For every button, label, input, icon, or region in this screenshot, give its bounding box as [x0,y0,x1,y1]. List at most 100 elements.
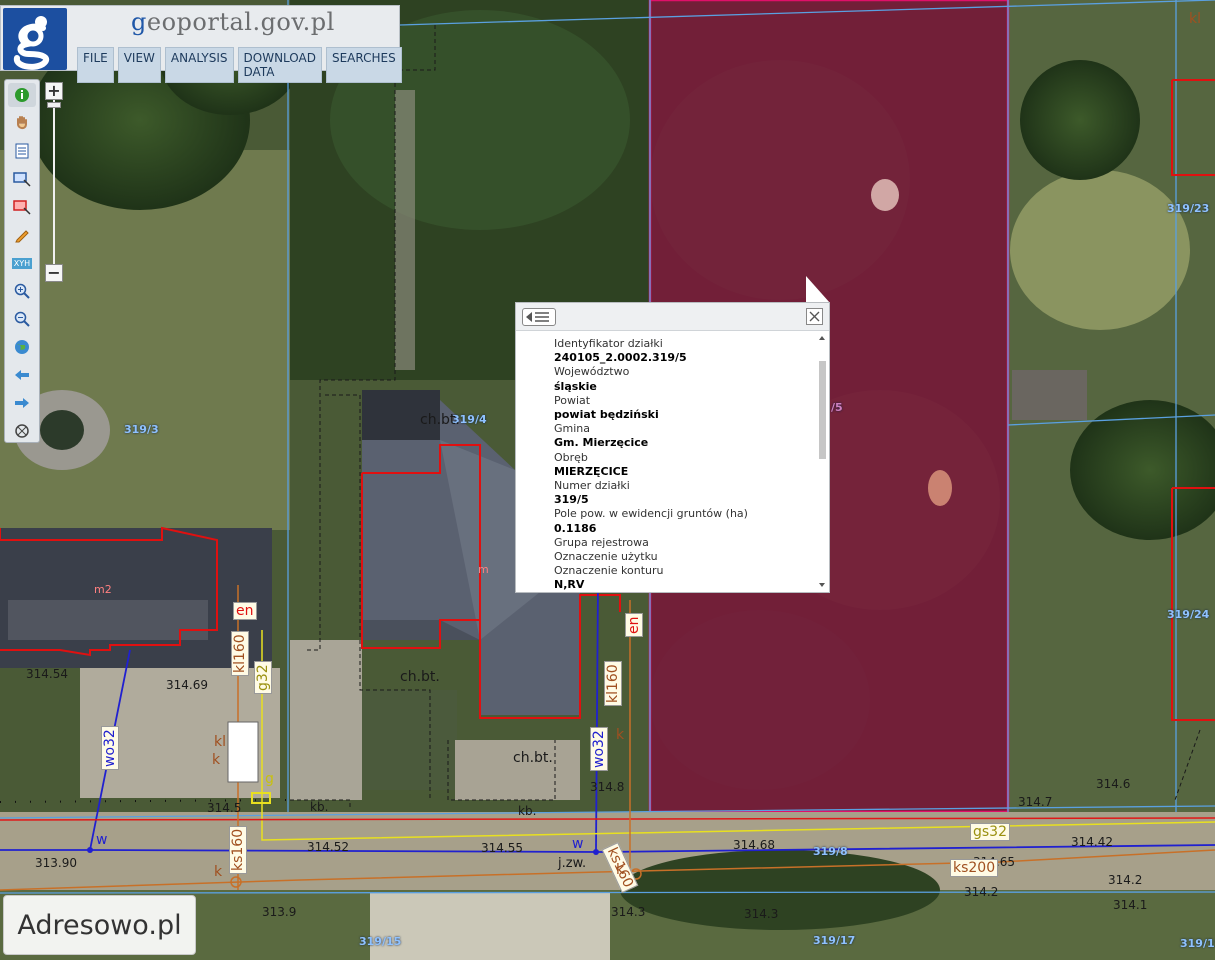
zoom-minus-button[interactable]: − [45,264,63,282]
elevation-label: 314.55 [481,841,523,855]
field-label: Pole pow. w ewidencji gruntów (ha) [554,507,748,521]
globe-icon [15,340,29,354]
info-tool-button[interactable] [8,83,36,107]
parcel-id-label: 319/8 [813,845,848,858]
menu-analysis[interactable]: ANALYSIS [164,47,234,83]
elevation-label: 314.7 [1018,795,1053,809]
parcel-id-label: 319/23 [1167,202,1210,215]
elevation-label: 314.68 [733,838,775,852]
parcel-id-label: 319/19 [1180,937,1215,950]
utility-label: g [265,771,274,787]
field-label: Numer działki [554,479,630,493]
zoom-in-icon [14,283,30,299]
back-arrow-icon [15,370,29,380]
field-label: Województwo [554,365,630,379]
elevation-label: 314.8 [590,780,625,794]
select-delete-tool-button[interactable] [8,195,36,219]
popup-header [516,303,829,331]
select-area-tool-button[interactable] [8,167,36,191]
list-collapse-icon [526,312,549,322]
elevation-label: 314.5 [207,801,242,815]
clearing [928,470,952,506]
app-header: geoportal.gov.pl FILE VIEW ANALYSIS DOWN… [0,5,402,83]
zoom-in-tool-button[interactable] [8,279,36,303]
menu-searches[interactable]: SEARCHES [325,47,402,83]
menu-file[interactable]: FILE [77,47,114,83]
map-toolbar: XYH [4,79,40,443]
water-node [593,849,599,855]
garden [362,690,457,790]
globe-tool-button[interactable] [8,335,36,359]
utility-label: ks200 [950,859,999,877]
pan-hand-icon [17,116,27,130]
field-label: Grupa rejestrowa [554,535,649,549]
building-label: m [478,563,489,576]
field-value: powiat będziński [554,408,659,422]
parcel-id-label: 319/17 [813,934,856,947]
select-area-icon [13,172,31,187]
select-delete-icon [13,200,31,215]
elevation-label: 314.3 [744,907,779,921]
popup-scrollbar[interactable] [817,335,827,589]
close-icon [809,311,820,322]
field-value: Gm. Mierzęcice [554,436,649,450]
elevation-label: 313.90 [35,856,77,870]
path [395,90,415,370]
zoom-handle[interactable] [47,102,61,108]
utility-label: kl160 [231,631,249,676]
parcel-info-popup: Identyfikator działki 240105_2.0002.319/… [515,302,830,593]
crosshair-tool-button[interactable] [8,419,36,443]
parcel-id-label: /5 [831,401,843,414]
site-title-g: g [131,8,147,36]
utility-label: en [625,613,643,637]
water-node [87,847,93,853]
pan-tool-button[interactable] [8,111,36,135]
zoom-plus-button[interactable]: + [45,82,63,100]
field-value: MIERZĘCICE [554,464,629,478]
field-label: Gmina [554,422,591,436]
crosshair-icon [15,424,29,438]
utility-label: w [572,836,584,852]
field-value: 240105_2.0002.319/5 [554,351,687,365]
menu-download-data[interactable]: DOWNLOAD DATA [237,47,322,83]
adresowo-watermark: Adresowo.pl [3,895,196,955]
back-tool-button[interactable] [8,363,36,387]
popup-collapse-button[interactable] [522,308,556,326]
site-title-rest: eoportal.gov.pl [146,8,335,36]
utility-label: wo32 [101,726,119,770]
elevation-label: 314.42 [1071,835,1113,849]
building-label: ch.bt. [513,750,553,766]
utility-label: ks160 [229,825,247,874]
driveway [455,740,580,800]
utility-label: k [212,752,221,768]
popup-body: Identyfikator działki 240105_2.0002.319/… [516,331,829,592]
building-label: kb. [310,800,329,814]
building-label: ch.bt. [420,412,460,428]
tree-canopy [1020,60,1140,180]
field-value: 319/5 [554,493,589,507]
geoportal-logo[interactable] [3,8,67,70]
xyh-tool-button[interactable]: XYH [8,251,36,275]
field-value: 0.1186 [554,521,597,535]
field [370,892,610,960]
elevation-label: 314.52 [307,840,349,854]
utility-label: kl [214,734,226,750]
building-label: m2 [94,583,112,596]
forward-tool-button[interactable] [8,391,36,415]
main-menu: FILE VIEW ANALYSIS DOWNLOAD DATA SEARCHE… [77,47,402,83]
utility-label: k [616,727,625,743]
elevation-label: 314.69 [166,678,208,692]
driveway [290,640,362,800]
zoom-out-tool-button[interactable] [8,307,36,331]
popup-pointer [806,276,830,303]
draw-tool-button[interactable] [8,223,36,247]
site-title: geoportal.gov.pl [131,8,335,36]
pool [40,410,84,450]
popup-close-button[interactable] [806,308,823,325]
layers-list-icon [15,143,29,159]
menu-view[interactable]: VIEW [117,47,161,83]
elevation-label: 314.2 [1108,873,1143,887]
zoom-slider[interactable]: + − [44,82,64,284]
layers-tool-button[interactable] [8,139,36,163]
xyh-coordinates-icon: XYH [11,257,33,269]
